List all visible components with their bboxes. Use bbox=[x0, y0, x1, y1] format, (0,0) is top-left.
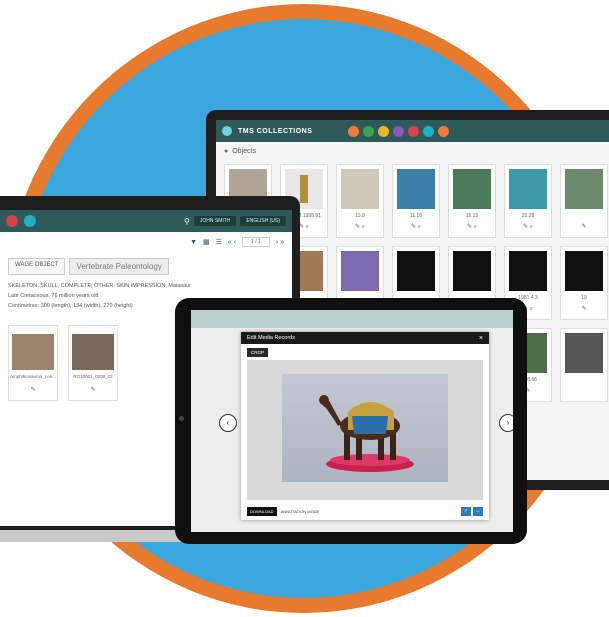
home-icon[interactable] bbox=[6, 215, 18, 227]
tablet-camera bbox=[179, 416, 184, 421]
camel-figurine-image bbox=[282, 374, 448, 482]
laptop-toolbar: ▼ ▦ ☰ « ‹ 1 / 1 › » bbox=[0, 232, 292, 252]
media-viewer bbox=[247, 360, 483, 500]
home-icon[interactable] bbox=[348, 125, 360, 137]
object-card[interactable]: ✎ bbox=[560, 164, 608, 238]
next-page-icon[interactable]: › » bbox=[276, 239, 284, 246]
grid-view-icon[interactable]: ▦ bbox=[203, 238, 210, 246]
tab-vertebrate-paleontology[interactable]: Vertebrate Paleontology bbox=[69, 258, 169, 275]
modal-footer: DOWNLOAD ANNOTATION MODE ✓ ↔ bbox=[247, 506, 483, 516]
laptop-tabs: WAGE OBJECT Vertebrate Paleontology bbox=[0, 252, 292, 281]
edit-media-modal: Edit Media Records × CROP DOWNLOAD ANNOT… bbox=[241, 332, 489, 520]
language-menu[interactable]: ENGLISH (US) bbox=[240, 216, 286, 226]
edit-icon[interactable]: ✎ bbox=[9, 386, 57, 393]
user-menu[interactable]: JOHN SMITH bbox=[193, 216, 237, 226]
annotation-mode-toggle[interactable]: ANNOTATION MODE bbox=[281, 509, 320, 514]
bookmark-icon[interactable] bbox=[408, 125, 420, 137]
object-card[interactable]: 19 ✎ bbox=[560, 246, 608, 320]
camel-figurine-illustration bbox=[319, 395, 414, 472]
object-card[interactable]: 13.8 ✎ ⌕ bbox=[336, 164, 384, 238]
object-card[interactable] bbox=[560, 328, 608, 402]
crop-button[interactable]: CROP bbox=[247, 348, 269, 357]
filter-icon[interactable]: ▼ bbox=[190, 239, 197, 246]
edit-icon[interactable]: ✎ bbox=[69, 386, 117, 393]
app-logo-icon bbox=[222, 126, 232, 136]
close-icon[interactable]: × bbox=[479, 335, 483, 342]
info-icon[interactable] bbox=[423, 125, 435, 137]
laptop-header-right: ⚲ JOHN SMITH ENGLISH (US) bbox=[184, 216, 286, 226]
previous-arrow-icon[interactable]: ‹ bbox=[219, 414, 237, 432]
tablet-header-bar bbox=[191, 310, 513, 328]
settings-icon[interactable] bbox=[438, 125, 450, 137]
desktop-header-bar: TMS COLLECTIONS bbox=[216, 120, 609, 142]
tablet: Edit Media Records × CROP DOWNLOAD ANNOT… bbox=[175, 298, 527, 544]
tablet-screen: Edit Media Records × CROP DOWNLOAD ANNOT… bbox=[191, 310, 513, 532]
star-icon[interactable] bbox=[378, 125, 390, 137]
tab-object[interactable]: WAGE OBJECT bbox=[8, 258, 66, 275]
expand-icon[interactable]: ↔ bbox=[473, 506, 483, 516]
laptop-header-bar: ⚲ JOHN SMITH ENGLISH (US) bbox=[0, 210, 292, 232]
object-card[interactable]: 20.28 ✎ ⌕ bbox=[504, 164, 552, 238]
description-line: SKELETON, SKULL, COMPLETE; OTHER: SKIN I… bbox=[8, 283, 191, 289]
object-card[interactable]: 11.16 ✎ ⌕ bbox=[392, 164, 440, 238]
list-icon[interactable] bbox=[393, 125, 405, 137]
page-indicator[interactable]: 1 / 1 bbox=[242, 237, 270, 247]
objects-heading: ● Objects bbox=[216, 142, 609, 160]
app-title: TMS COLLECTIONS bbox=[238, 127, 313, 135]
prev-page-icon[interactable]: « ‹ bbox=[228, 239, 236, 246]
download-button[interactable]: DOWNLOAD bbox=[247, 506, 277, 516]
list-view-icon[interactable]: ☰ bbox=[216, 238, 222, 246]
modal-actions: ✓ ↔ bbox=[461, 506, 483, 516]
objects-title: Objects bbox=[232, 147, 256, 155]
notifications-icon[interactable] bbox=[24, 215, 36, 227]
next-arrow-icon[interactable]: › bbox=[499, 414, 513, 432]
modal-title: Edit Media Records bbox=[247, 335, 295, 341]
objects-icon: ● bbox=[224, 147, 229, 155]
search-icon[interactable]: ⚲ bbox=[184, 217, 190, 226]
media-thumbnail[interactable]: RO10001_0008_22 ✎ bbox=[68, 325, 118, 401]
desktop-nav-icons bbox=[348, 125, 450, 137]
media-thumbnail[interactable]: Amphibiosaurus_Lee... ✎ bbox=[8, 325, 58, 401]
modal-header: Edit Media Records × bbox=[241, 332, 489, 344]
add-icon[interactable] bbox=[363, 125, 375, 137]
save-icon[interactable]: ✓ bbox=[461, 506, 471, 516]
object-card[interactable]: 15.15 ✎ ⌕ bbox=[448, 164, 496, 238]
